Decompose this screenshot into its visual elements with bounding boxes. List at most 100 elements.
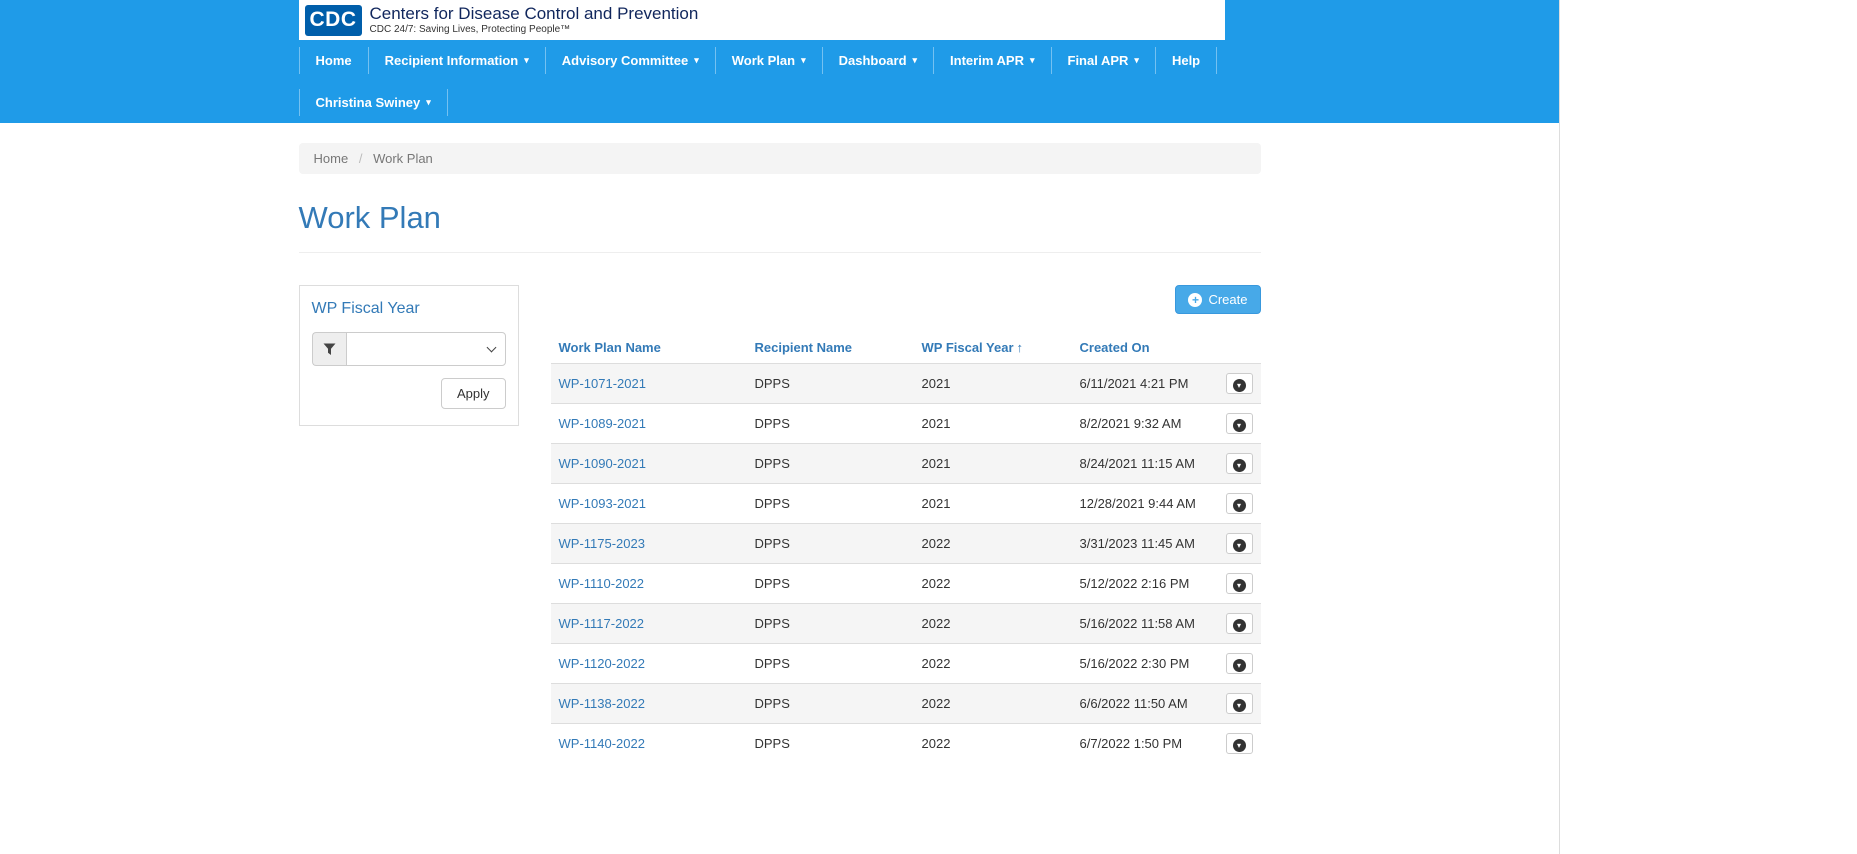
breadcrumb: Home / Work Plan: [299, 143, 1261, 174]
recipient-cell: DPPS: [747, 644, 914, 684]
chevron-down-icon: ▾: [694, 56, 699, 65]
work-plan-link[interactable]: WP-1140-2022: [559, 736, 645, 751]
column-header-actions: [1217, 332, 1261, 364]
filter-button[interactable]: [312, 332, 346, 366]
nav-item-help[interactable]: Help: [1155, 47, 1217, 74]
row-actions-button[interactable]: ▾: [1226, 533, 1253, 554]
user-menu-label: Christina Swiney: [316, 95, 421, 110]
column-header-recipient-name[interactable]: Recipient Name: [747, 332, 914, 364]
work-plan-link[interactable]: WP-1117-2022: [559, 616, 645, 631]
nav-item-dashboard[interactable]: Dashboard ▾: [822, 47, 933, 74]
column-header-created-on[interactable]: Created On: [1072, 332, 1217, 364]
table-row: WP-1140-2022 DPPS 2022 6/7/2022 1:50 PM …: [551, 724, 1261, 764]
created-on-cell: 6/11/2021 4:21 PM: [1072, 364, 1217, 404]
site-header: CDC Centers for Disease Control and Prev…: [0, 0, 1559, 123]
table-row: WP-1110-2022 DPPS 2022 5/12/2022 2:16 PM…: [551, 564, 1261, 604]
cdc-logo: CDC: [305, 5, 362, 36]
nav-item-label: Dashboard: [839, 53, 907, 68]
work-plan-table-area: + Create Work Plan Name Recipient Name W…: [551, 285, 1261, 763]
breadcrumb-separator: /: [359, 151, 363, 166]
table-row: WP-1093-2021 DPPS 2021 12/28/2021 9:44 A…: [551, 484, 1261, 524]
recipient-cell: DPPS: [747, 364, 914, 404]
sort-ascending-icon: ↑: [1017, 340, 1024, 355]
user-menu[interactable]: Christina Swiney ▾: [299, 89, 448, 116]
chevron-down-icon: ▾: [801, 56, 806, 65]
nav-item-label: Work Plan: [732, 53, 795, 68]
chevron-down-circle-icon: ▾: [1233, 499, 1246, 512]
created-on-cell: 5/16/2022 11:58 AM: [1072, 604, 1217, 644]
table-row: WP-1117-2022 DPPS 2022 5/16/2022 11:58 A…: [551, 604, 1261, 644]
table-row: WP-1138-2022 DPPS 2022 6/6/2022 11:50 AM…: [551, 684, 1261, 724]
row-actions-button[interactable]: ▾: [1226, 453, 1253, 474]
nav-item-recipient-information[interactable]: Recipient Information ▾: [368, 47, 545, 74]
work-plan-link[interactable]: WP-1175-2023: [559, 536, 645, 551]
title-divider: [299, 252, 1261, 253]
created-on-cell: 6/7/2022 1:50 PM: [1072, 724, 1217, 764]
table-row: WP-1175-2023 DPPS 2022 3/31/2023 11:45 A…: [551, 524, 1261, 564]
work-plan-link[interactable]: WP-1089-2021: [559, 416, 646, 431]
nav-item-home[interactable]: Home: [299, 47, 368, 74]
created-on-cell: 12/28/2021 9:44 AM: [1072, 484, 1217, 524]
row-actions-button[interactable]: ▾: [1226, 653, 1253, 674]
fiscal-year-cell: 2022: [914, 724, 1072, 764]
row-actions-button[interactable]: ▾: [1226, 693, 1253, 714]
apply-button[interactable]: Apply: [441, 378, 506, 409]
created-on-cell: 5/16/2022 2:30 PM: [1072, 644, 1217, 684]
chevron-down-circle-icon: ▾: [1233, 419, 1246, 432]
recipient-cell: DPPS: [747, 604, 914, 644]
created-on-cell: 3/31/2023 11:45 AM: [1072, 524, 1217, 564]
fiscal-year-cell: 2022: [914, 644, 1072, 684]
created-on-cell: 8/2/2021 9:32 AM: [1072, 404, 1217, 444]
work-plan-link[interactable]: WP-1110-2022: [559, 576, 645, 591]
recipient-cell: DPPS: [747, 484, 914, 524]
fiscal-year-cell: 2021: [914, 484, 1072, 524]
recipient-cell: DPPS: [747, 404, 914, 444]
recipient-cell: DPPS: [747, 564, 914, 604]
chevron-down-circle-icon: ▾: [1233, 659, 1246, 672]
nav-item-interim-apr[interactable]: Interim APR ▾: [933, 47, 1050, 74]
chevron-down-circle-icon: ▾: [1233, 539, 1246, 552]
column-header-label: WP Fiscal Year: [922, 340, 1014, 355]
nav-item-advisory-committee[interactable]: Advisory Committee ▾: [545, 47, 715, 74]
work-plan-link[interactable]: WP-1138-2022: [559, 696, 645, 711]
nav-item-work-plan[interactable]: Work Plan ▾: [715, 47, 822, 74]
fiscal-year-cell: 2021: [914, 444, 1072, 484]
column-header-wp-fiscal-year[interactable]: WP Fiscal Year↑: [914, 332, 1072, 364]
work-plan-link[interactable]: WP-1090-2021: [559, 456, 646, 471]
breadcrumb-home[interactable]: Home: [314, 151, 349, 166]
fiscal-year-select[interactable]: [346, 332, 506, 366]
work-plan-link[interactable]: WP-1071-2021: [559, 376, 646, 391]
fiscal-year-cell: 2022: [914, 684, 1072, 724]
cdc-logo-banner: CDC Centers for Disease Control and Prev…: [299, 0, 1225, 40]
row-actions-button[interactable]: ▾: [1226, 413, 1253, 434]
nav-item-final-apr[interactable]: Final APR ▾: [1051, 47, 1155, 74]
create-button[interactable]: + Create: [1175, 285, 1260, 314]
row-actions-button[interactable]: ▾: [1226, 373, 1253, 394]
filter-panel-title: WP Fiscal Year: [312, 300, 506, 318]
created-on-cell: 5/12/2022 2:16 PM: [1072, 564, 1217, 604]
fiscal-year-cell: 2021: [914, 364, 1072, 404]
chevron-down-circle-icon: ▾: [1233, 619, 1246, 632]
table-header-row: Work Plan Name Recipient Name WP Fiscal …: [551, 332, 1261, 364]
created-on-cell: 8/24/2021 11:15 AM: [1072, 444, 1217, 484]
table-row: WP-1090-2021 DPPS 2021 8/24/2021 11:15 A…: [551, 444, 1261, 484]
fiscal-year-cell: 2022: [914, 604, 1072, 644]
nav-item-label: Recipient Information: [385, 53, 519, 68]
fiscal-year-cell: 2021: [914, 404, 1072, 444]
nav-item-label: Interim APR: [950, 53, 1024, 68]
funnel-icon: [323, 343, 336, 356]
work-plan-link[interactable]: WP-1120-2022: [559, 656, 645, 671]
chevron-down-icon: ▾: [426, 98, 431, 107]
chevron-down-icon: ▾: [1030, 56, 1035, 65]
chevron-down-icon: ▾: [1134, 56, 1139, 65]
column-header-work-plan-name[interactable]: Work Plan Name: [551, 332, 747, 364]
page-title: Work Plan: [299, 200, 1261, 236]
recipient-cell: DPPS: [747, 684, 914, 724]
row-actions-button[interactable]: ▾: [1226, 733, 1253, 754]
cdc-title: Centers for Disease Control and Preventi…: [370, 4, 699, 24]
row-actions-button[interactable]: ▾: [1226, 493, 1253, 514]
row-actions-button[interactable]: ▾: [1226, 573, 1253, 594]
row-actions-button[interactable]: ▾: [1226, 613, 1253, 634]
work-plan-link[interactable]: WP-1093-2021: [559, 496, 646, 511]
nav-item-label: Home: [316, 53, 352, 68]
